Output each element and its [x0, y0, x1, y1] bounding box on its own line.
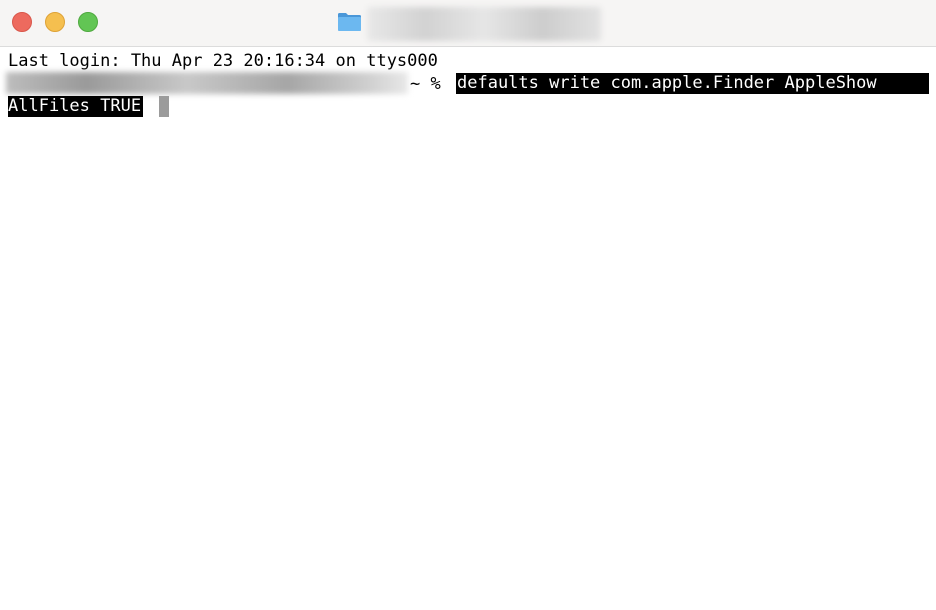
- last-login-line: Last login: Thu Apr 23 20:16:34 on ttys0…: [8, 51, 438, 71]
- close-button[interactable]: [12, 12, 32, 32]
- text-cursor: [159, 96, 169, 117]
- prompt-user-host-redacted: [6, 72, 408, 94]
- terminal-window: Last login: Thu Apr 23 20:16:34 on ttys0…: [0, 0, 936, 610]
- window-title-redacted: [367, 7, 601, 41]
- minimize-button[interactable]: [45, 12, 65, 32]
- selected-command-line-1[interactable]: defaults write com.apple.Finder AppleSho…: [456, 73, 929, 94]
- selected-command-line-2[interactable]: AllFiles TRUE: [8, 96, 144, 117]
- prompt-suffix: ~ %: [410, 74, 441, 94]
- terminal-content[interactable]: Last login: Thu Apr 23 20:16:34 on ttys0…: [0, 47, 936, 610]
- zoom-button[interactable]: [78, 12, 98, 32]
- title-bar[interactable]: [0, 0, 936, 47]
- folder-icon: [338, 13, 361, 31]
